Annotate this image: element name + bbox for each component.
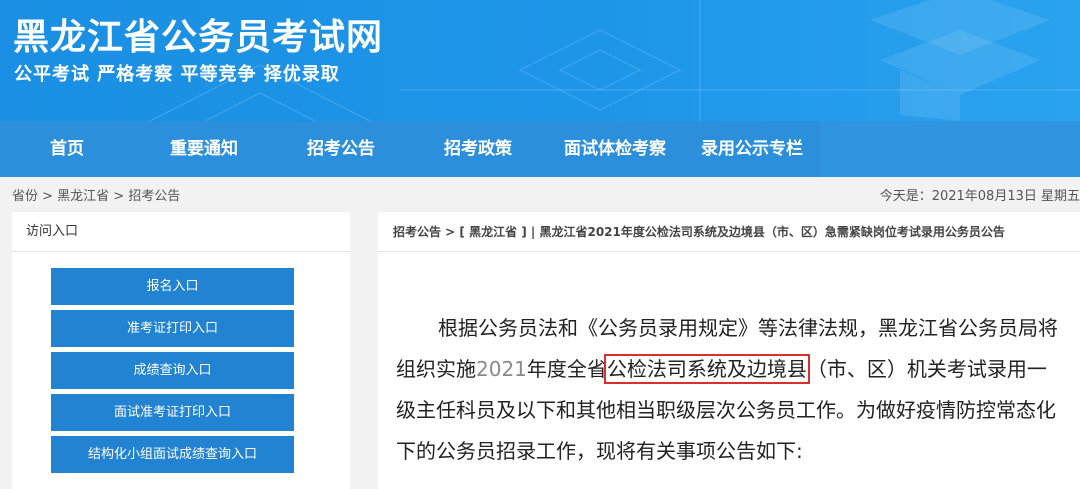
access-sidebar: 访问入口 报名入口 准考证打印入口 成绩查询入口 面试准考证打印入口 结构化小组… [12,212,350,489]
article-year: 2021 [476,357,527,381]
nav-item-home[interactable]: 首页 [50,121,84,177]
breadcrumb-bar: 省份 > 黑龙江省 > 招考公告 今天是：2021年08月13日 星期五 [0,177,1080,209]
admission-ticket-print-button[interactable]: 准考证打印入口 [51,310,294,347]
registration-entry-button[interactable]: 报名入口 [51,268,294,305]
article-breadcrumb[interactable]: 招考公告 > [ 黑龙江省 ] | 黑龙江省2021年度公检法司系统及边境县（市… [378,212,1080,252]
current-date: 今天是：2021年08月13日 星期五 [879,189,1080,204]
interview-ticket-print-button[interactable]: 面试准考证打印入口 [51,394,294,431]
nav-item-interview-inspection[interactable]: 面试体检考察 [564,121,666,177]
article-body: 根据公务员法和《公务员录用规定》等法律法规，黑龙江省公务员局将组织实施2021年… [396,308,1066,472]
nav-item-recruitment-announcements[interactable]: 招考公告 [307,121,375,177]
sidebar-title: 访问入口 [12,212,350,252]
score-query-button[interactable]: 成绩查询入口 [51,352,294,389]
nav-item-important-notices[interactable]: 重要通知 [170,121,238,177]
nav-item-recruitment-policies[interactable]: 招考政策 [444,121,512,177]
nav-item-hiring-publicity[interactable]: 录用公示专栏 [701,121,803,177]
nav-background-block [0,121,820,177]
article-text-mid: 年度全省 [526,357,607,381]
group-interview-score-query-button[interactable]: 结构化小组面试成绩查询入口 [51,436,294,473]
site-header: 黑龙江省公务员考试网 公平考试 严格考察 平等竞争 择优录取 [0,0,1080,121]
article-panel: 招考公告 > [ 黑龙江省 ] | 黑龙江省2021年度公检法司系统及边境县（市… [378,212,1080,489]
breadcrumb[interactable]: 省份 > 黑龙江省 > 招考公告 [12,185,180,204]
main-nav: 首页 重要通知 招考公告 招考政策 面试体检考察 录用公示专栏 [0,121,1080,177]
site-slogan: 公平考试 严格考察 平等竞争 择优录取 [14,64,340,85]
site-title[interactable]: 黑龙江省公务员考试网 [13,8,383,60]
highlighted-phrase: 公检法司系统及边境县 [603,354,810,384]
